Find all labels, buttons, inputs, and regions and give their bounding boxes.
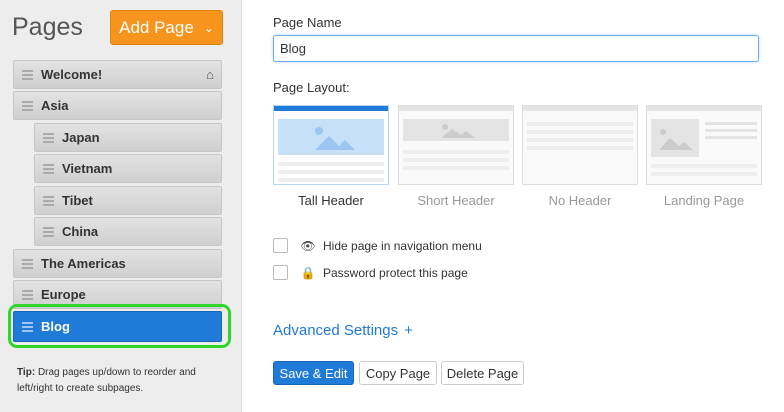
hide-nav-label: Hide page in navigation menu bbox=[323, 238, 482, 253]
chevron-down-icon: ⌄ bbox=[203, 20, 214, 35]
hide-nav-checkbox[interactable] bbox=[273, 238, 288, 253]
app-root: Pages Add Page ⌄ Welcome! ⌂ Asia Japan V… bbox=[0, 0, 784, 412]
drag-handle-icon[interactable] bbox=[22, 100, 33, 111]
password-option: 🔒 Password protect this page bbox=[273, 265, 468, 280]
page-settings-panel: Page Name Page Layout: Tall Header bbox=[242, 0, 784, 412]
layout-caption: Tall Header bbox=[298, 193, 364, 208]
page-item-label: Tibet bbox=[62, 193, 93, 208]
layout-thumbnail bbox=[646, 105, 762, 185]
home-icon: ⌂ bbox=[206, 67, 214, 82]
add-page-label: Add Page bbox=[119, 17, 194, 37]
page-name-label: Page Name bbox=[273, 15, 342, 30]
page-name-input[interactable] bbox=[273, 35, 759, 62]
page-item-label: Welcome! bbox=[41, 67, 103, 82]
hide-nav-option: 👁 Hide page in navigation menu bbox=[273, 238, 482, 253]
page-item-welcome[interactable]: Welcome! ⌂ bbox=[13, 60, 222, 89]
layout-thumbnail bbox=[522, 105, 638, 185]
password-checkbox[interactable] bbox=[273, 265, 288, 280]
advanced-settings-label: Advanced Settings bbox=[273, 322, 399, 339]
tip-body: Drag pages up/down to reorder and left/r… bbox=[17, 367, 196, 394]
layout-caption: Short Header bbox=[417, 193, 495, 208]
pages-sidebar: Pages Add Page ⌄ Welcome! ⌂ Asia Japan V… bbox=[0, 0, 242, 412]
plus-icon: + bbox=[404, 322, 413, 339]
page-item-label: Japan bbox=[62, 130, 100, 145]
sidebar-title: Pages bbox=[12, 13, 83, 41]
page-item-label: The Americas bbox=[41, 256, 126, 271]
layout-short-header[interactable]: Short Header bbox=[398, 105, 514, 208]
drag-handle-icon[interactable] bbox=[43, 132, 54, 143]
page-item-japan[interactable]: Japan bbox=[34, 123, 222, 152]
save-edit-button[interactable]: Save & Edit bbox=[273, 361, 354, 385]
tip-text: Tip: Drag pages up/down to reorder and l… bbox=[17, 365, 227, 397]
layout-tall-header[interactable]: Tall Header bbox=[273, 105, 389, 208]
drag-handle-icon[interactable] bbox=[43, 163, 54, 174]
password-label: Password protect this page bbox=[323, 265, 468, 280]
active-page-highlight bbox=[8, 304, 231, 348]
layout-caption: Landing Page bbox=[663, 193, 745, 208]
page-item-asia[interactable]: Asia bbox=[13, 91, 222, 120]
page-item-vietnam[interactable]: Vietnam bbox=[34, 154, 222, 183]
image-placeholder-icon bbox=[659, 129, 693, 150]
page-item-tibet[interactable]: Tibet bbox=[34, 186, 222, 215]
layout-thumbnail bbox=[398, 105, 514, 185]
eye-slash-icon: 👁 bbox=[300, 238, 316, 253]
drag-handle-icon[interactable] bbox=[43, 226, 54, 237]
layout-no-header[interactable]: No Header bbox=[522, 105, 638, 208]
page-item-label: Europe bbox=[41, 287, 86, 302]
tip-label: Tip: bbox=[17, 367, 36, 378]
drag-handle-icon[interactable] bbox=[22, 69, 33, 80]
page-item-label: China bbox=[62, 224, 99, 239]
image-placeholder-icon bbox=[315, 127, 355, 150]
image-placeholder-icon bbox=[441, 124, 475, 138]
layout-landing-page[interactable]: Landing Page bbox=[646, 105, 762, 208]
advanced-settings-link[interactable]: Advanced Settings + bbox=[273, 322, 413, 339]
layout-caption: No Header bbox=[548, 193, 612, 208]
copy-page-button[interactable]: Copy Page bbox=[359, 361, 437, 385]
drag-handle-icon[interactable] bbox=[22, 289, 33, 300]
page-item-label: Vietnam bbox=[62, 161, 113, 176]
add-page-button[interactable]: Add Page ⌄ bbox=[110, 10, 223, 45]
page-item-the-americas[interactable]: The Americas bbox=[13, 249, 222, 278]
layout-thumbnail bbox=[273, 105, 389, 185]
drag-handle-icon[interactable] bbox=[43, 195, 54, 206]
delete-page-button[interactable]: Delete Page bbox=[441, 361, 524, 385]
drag-handle-icon[interactable] bbox=[22, 258, 33, 269]
page-item-china[interactable]: China bbox=[34, 217, 222, 246]
page-layout-label: Page Layout: bbox=[273, 80, 350, 95]
page-item-label: Asia bbox=[41, 98, 69, 113]
lock-icon: 🔒 bbox=[300, 265, 316, 280]
